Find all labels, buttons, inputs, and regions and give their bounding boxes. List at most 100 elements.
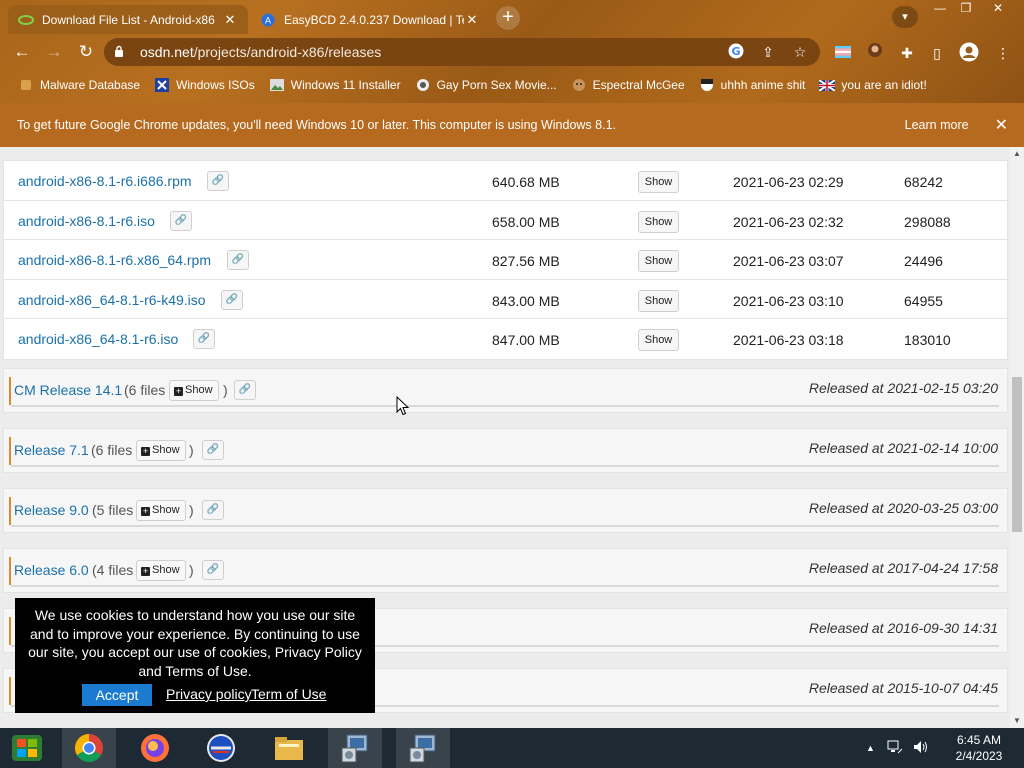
show-label: Show: [152, 444, 180, 456]
release-show-button[interactable]: + Show: [136, 500, 186, 521]
release-name-link[interactable]: Release 6.0: [14, 562, 89, 578]
network-icon[interactable]: [887, 740, 903, 757]
taskbar-installer-1[interactable]: [328, 728, 382, 768]
bookmark-you-are-an-idiot[interactable]: you are an idiot!: [819, 77, 927, 93]
extensions-puzzle-icon[interactable]: ✚: [896, 42, 918, 64]
permalink-icon[interactable]: 🔗: [221, 289, 243, 310]
permalink-icon[interactable]: 🔗: [234, 380, 256, 400]
bookmark-site[interactable]: Gay Porn Sex Movie...: [415, 77, 557, 93]
file-name-link[interactable]: android-x86_64-8.1-r6.iso: [18, 331, 178, 347]
bookmark-espectral-mcgee[interactable]: Espectral McGee: [571, 77, 685, 93]
accept-cookies-button[interactable]: Accept: [82, 684, 152, 706]
share-icon[interactable]: ⇪: [758, 44, 778, 61]
show-button[interactable]: Show: [638, 250, 679, 272]
scroll-thumb[interactable]: [1012, 377, 1022, 532]
new-tab-button[interactable]: +: [496, 6, 520, 30]
google-lens-icon[interactable]: G: [726, 43, 746, 62]
taskbar-file-explorer[interactable]: [262, 728, 316, 768]
extension-flag-icon[interactable]: [832, 42, 854, 64]
permalink-icon[interactable]: 🔗: [202, 440, 224, 460]
address-bar[interactable]: osdn.net/projects/android-x86/releases G…: [104, 38, 820, 66]
toolbar: ← → ↻ osdn.net/projects/android-x86/rele…: [0, 34, 1024, 70]
bookmark-malware-database[interactable]: Malware Database: [18, 77, 140, 93]
release-paren: ): [189, 562, 194, 578]
file-date: 2021-06-23 03:10: [733, 292, 844, 309]
forward-icon[interactable]: →: [42, 40, 66, 64]
taskbar-installer-2[interactable]: [396, 728, 450, 768]
show-button[interactable]: Show: [638, 329, 679, 351]
infobar-close-icon[interactable]: ✕: [995, 115, 1008, 135]
file-size: 843.00 MB: [492, 292, 560, 309]
terms-of-use-link[interactable]: Term of Use: [251, 686, 326, 702]
volume-icon[interactable]: [913, 740, 929, 757]
bookmark-anime[interactable]: uhhh anime shit: [699, 77, 805, 93]
taskbar-opera[interactable]: [194, 728, 248, 768]
back-icon[interactable]: ←: [10, 40, 34, 64]
file-row: android-x86-8.1-r6.i686.rpm 🔗 640.68 MB …: [4, 161, 1007, 201]
close-icon[interactable]: ✕: [222, 12, 238, 28]
show-button[interactable]: Show: [638, 210, 679, 233]
close-icon[interactable]: ✕: [464, 12, 480, 28]
system-tray: ▲: [866, 728, 929, 768]
release-accent-bar: [9, 377, 11, 405]
tab-search-icon[interactable]: ▾: [892, 6, 918, 28]
tray-expand-icon[interactable]: ▲: [866, 743, 875, 753]
file-name-link[interactable]: android-x86_64-8.1-r6-k49.iso: [18, 292, 206, 308]
taskbar-clock[interactable]: 6:45 AM 2/4/2023: [940, 732, 1018, 764]
permalink-icon[interactable]: 🔗: [227, 250, 249, 270]
permalink-icon[interactable]: 🔗: [207, 171, 229, 191]
release-name-link[interactable]: CM Release 14.1: [14, 382, 122, 398]
release-file-count: (4 files: [92, 562, 134, 578]
permalink-icon[interactable]: 🔗: [170, 210, 192, 231]
release-row: Release 6.0 (4 files + Show ) 🔗 Released …: [3, 548, 1008, 593]
release-show-button[interactable]: + Show: [136, 560, 186, 581]
file-name-link[interactable]: android-x86-8.1-r6.i686.rpm: [18, 173, 192, 189]
face-icon: [571, 77, 587, 93]
clock-time: 6:45 AM: [956, 733, 1002, 747]
file-size: 827.56 MB: [492, 253, 560, 269]
release-name-link[interactable]: Release 9.0: [14, 502, 89, 518]
bookmark-windows-11-installer[interactable]: Windows 11 Installer: [269, 77, 401, 93]
tab-osdn[interactable]: Download File List - Android-x86 ✕: [8, 5, 248, 34]
file-table: android-x86-8.1-r6.i686.rpm 🔗 640.68 MB …: [3, 160, 1008, 360]
learn-more-link[interactable]: Learn more: [905, 118, 969, 132]
plus-icon: +: [174, 386, 183, 396]
restore-icon[interactable]: ❐: [950, 0, 982, 18]
reload-icon[interactable]: ↻: [74, 40, 98, 64]
opera-icon: [207, 734, 235, 762]
show-button[interactable]: Show: [638, 289, 679, 312]
profile-icon[interactable]: [958, 42, 980, 64]
flag-icon: [819, 77, 836, 93]
scroll-down-arrow-icon[interactable]: ▼: [1010, 716, 1024, 726]
file-name-link[interactable]: android-x86-8.1-r6.iso: [18, 213, 155, 229]
svg-text:G: G: [731, 45, 740, 58]
extension-avatar-icon[interactable]: [864, 42, 886, 64]
file-row: android-x86-8.1-r6.x86_64.rpm 🔗 827.56 M…: [4, 240, 1007, 280]
release-row: Release 7.1 (6 files + Show ) 🔗 Released …: [3, 428, 1008, 473]
release-name-link[interactable]: Release 7.1: [14, 442, 89, 458]
release-show-button[interactable]: + Show: [136, 440, 186, 461]
file-name-link[interactable]: android-x86-8.1-r6.x86_64.rpm: [18, 252, 211, 268]
permalink-icon[interactable]: 🔗: [202, 560, 224, 580]
release-divider: [11, 465, 999, 467]
release-show-button[interactable]: + Show: [169, 380, 219, 401]
permalink-icon[interactable]: 🔗: [193, 329, 215, 349]
taskbar-firefox[interactable]: [128, 728, 182, 768]
scroll-up-arrow-icon[interactable]: ▲: [1010, 149, 1024, 159]
page-scrollbar[interactable]: ▲ ▼: [1010, 147, 1024, 728]
bookmark-windows-isos[interactable]: Windows ISOs: [154, 77, 255, 93]
tab-easybcd[interactable]: A EasyBCD 2.4.0.237 Download | Te ✕: [250, 5, 490, 34]
privacy-policy-link[interactable]: Privacy policy: [166, 686, 252, 702]
show-button[interactable]: Show: [638, 171, 679, 193]
bookmark-star-icon[interactable]: ☆: [790, 44, 810, 61]
permalink-icon[interactable]: 🔗: [202, 500, 224, 520]
bookmark-label: Windows 11 Installer: [290, 78, 401, 92]
release-date: Released at 2016-09-30 14:31: [808, 620, 998, 636]
side-panel-icon[interactable]: ▯: [926, 42, 948, 64]
window-close-icon[interactable]: ✕: [982, 0, 1014, 18]
file-row: android-x86_64-8.1-r6.iso 🔗 847.00 MB Sh…: [4, 319, 1007, 359]
release-accent-bar: [9, 437, 11, 465]
taskbar-chrome[interactable]: [62, 728, 116, 768]
menu-dots-icon[interactable]: ⋮: [992, 42, 1014, 64]
windows-start-button[interactable]: [0, 728, 54, 768]
